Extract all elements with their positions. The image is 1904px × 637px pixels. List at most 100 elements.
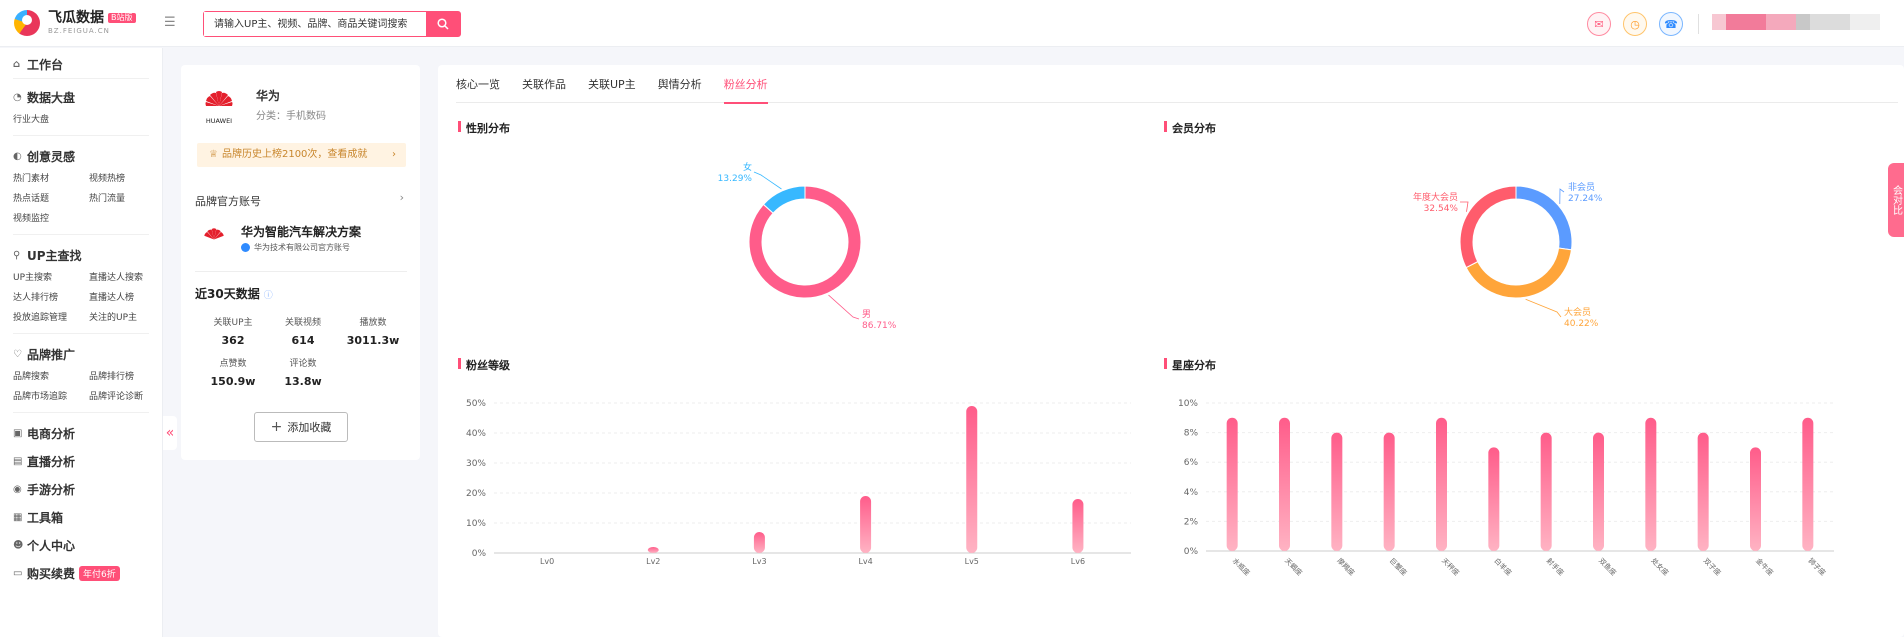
card-icon: ▭ — [13, 567, 23, 579]
add-favorite-button[interactable]: + 添加收藏 — [254, 412, 348, 442]
x-tick-label: 狮子座 — [1806, 556, 1827, 577]
sidebar-sub-item[interactable]: 视频监控 — [13, 210, 89, 228]
stat-comment-count: 评论数 13.8w — [284, 359, 322, 388]
gamepad-icon: ◉ — [13, 483, 22, 495]
stats-title: 近30天数据 ⓘ — [195, 287, 273, 301]
bar — [1750, 447, 1761, 551]
x-tick-label: 天秤座 — [1440, 556, 1461, 577]
sidebar: ⌂ 工作台 ◔ 数据大盘 行业大盘 ◐ 创意灵感 热门素材 视频热榜 热点话题 热门流… — [0, 48, 163, 637]
main-panel: 核心一览 关联作品 关联UP主 舆情分析 粉丝分析 性别分布 会员分布 粉丝等级… — [438, 65, 1904, 637]
bar — [1488, 447, 1500, 551]
top-bar: 飞瓜数据 B站版 BZ.FEIGUA.CN ☰ ✉ ◷ ☎ — [0, 0, 1904, 47]
sidebar-item-personal[interactable]: ☻ 个人中心 — [13, 531, 149, 559]
zodiac-bar-chart: 0% 2% 4% 6% 8% 10% 水瓶座 天蝎座 摩羯座 巨蟹座 天秤座 白羊座 射手座 双鱼座 处女座… — [1178, 399, 1834, 577]
achievement-banner[interactable]: ♕ 品牌历史上榜2100次，查看成就 › — [197, 143, 406, 167]
x-tick-label: 天蝎座 — [1283, 556, 1304, 577]
account-name[interactable]: 华为智能汽车解决方案 — [241, 223, 361, 240]
bar — [1279, 417, 1290, 551]
y-tick-label: 10% — [1178, 399, 1198, 409]
info-icon[interactable]: ⓘ — [264, 291, 273, 301]
sidebar-item-inspiration[interactable]: ◐ 创意灵感 — [13, 142, 149, 170]
y-tick-label: 2% — [1184, 517, 1199, 527]
crown-icon: ♕ — [209, 149, 218, 160]
clock-icon[interactable]: ◷ — [1623, 12, 1647, 36]
bar — [1226, 417, 1238, 551]
sidebar-item-workbench[interactable]: ⌂ 工作台 — [13, 50, 149, 78]
bulb-icon: ◐ — [13, 150, 22, 162]
brand-name: 华为 — [256, 89, 281, 103]
sidebar-sub-item[interactable]: 行业大盘 — [13, 111, 89, 129]
toolbox-icon: ▦ — [13, 511, 23, 523]
tv-icon: ▤ — [13, 455, 23, 467]
x-tick-label: 巨蟹座 — [1388, 556, 1409, 577]
logo-badge: B站版 — [108, 13, 136, 23]
sidebar-sub-item[interactable]: 品牌评论诊断 — [89, 388, 165, 406]
compare-float-button[interactable]: 会对比 — [1888, 163, 1904, 237]
x-tick-label: 射手座 — [1545, 556, 1566, 577]
sidebar-item-dashboard[interactable]: ◔ 数据大盘 — [13, 83, 149, 111]
account-avatar[interactable] — [199, 223, 229, 253]
stat-up-count: 关联UP主 362 — [213, 318, 253, 347]
sidebar-sub-item[interactable]: 直播达人榜 — [89, 289, 165, 307]
bar — [1383, 432, 1395, 551]
pie-icon: ◔ — [13, 91, 22, 103]
chevron-right-icon[interactable]: › — [400, 191, 404, 204]
sidebar-sub-item[interactable]: 视频热榜 — [89, 170, 165, 188]
stat-like-count: 点赞数 150.9w — [210, 359, 256, 388]
user-avatar[interactable] — [1712, 14, 1880, 30]
account-verification: 华为技术有限公司官方账号 — [241, 242, 350, 253]
divider — [195, 271, 407, 272]
stat-play-count: 播放数 3011.3w — [346, 318, 400, 347]
menu-icon[interactable]: ☰ — [164, 15, 176, 30]
svg-text:HUAWEI: HUAWEI — [206, 117, 232, 125]
sidebar-item-up-search[interactable]: ⚲ UP主查找 — [13, 241, 149, 269]
sidebar-sub-item[interactable]: 直播达人搜索 — [89, 269, 165, 287]
x-tick-label: 双子座 — [1702, 556, 1723, 577]
huawei-logo: HUAWEI — [205, 91, 233, 125]
x-tick-label: 双鱼座 — [1597, 556, 1618, 577]
logo[interactable]: 飞瓜数据 B站版 BZ.FEIGUA.CN — [14, 10, 136, 36]
customer-service-icon[interactable]: ☎ — [1659, 12, 1683, 36]
sidebar-sub-item[interactable]: 达人排行榜 — [13, 289, 89, 307]
brand-category: 分类：手机数码 — [256, 111, 326, 122]
x-tick-label: 水瓶座 — [1231, 556, 1252, 577]
search-bar — [203, 11, 461, 37]
sidebar-item-live[interactable]: ▤ 直播分析 — [13, 447, 149, 475]
sidebar-sub-item[interactable]: 热门流量 — [89, 190, 165, 208]
home-icon: ⌂ — [13, 58, 21, 70]
user-icon: ☻ — [13, 539, 24, 551]
sidebar-sub-item[interactable]: 品牌排行榜 — [89, 368, 165, 386]
search-button[interactable] — [426, 12, 460, 36]
sidebar-sub-item[interactable]: 热点话题 — [13, 190, 89, 208]
search-input[interactable] — [204, 12, 426, 36]
bar — [1645, 417, 1657, 551]
divider — [1698, 14, 1699, 34]
bar — [1436, 417, 1447, 551]
mail-icon[interactable]: ✉ — [1587, 12, 1611, 36]
bar — [1802, 417, 1814, 551]
collapse-sidebar-button[interactable]: « — [163, 416, 177, 450]
heart-icon: ♡ — [13, 348, 22, 360]
sidebar-sub-item[interactable]: 投放追踪管理 — [13, 309, 89, 327]
sidebar-item-ecommerce[interactable]: ▣ 电商分析 — [13, 419, 149, 447]
y-tick-label: 6% — [1184, 458, 1199, 468]
bar — [1540, 432, 1552, 551]
sidebar-sub-item[interactable]: UP主搜索 — [13, 269, 89, 287]
cart-icon: ▣ — [13, 427, 23, 439]
sidebar-item-brand-promotion[interactable]: ♡ 品牌推广 — [13, 340, 149, 368]
search-icon: ⚲ — [13, 249, 21, 261]
sidebar-sub-item[interactable]: 热门素材 — [13, 170, 89, 188]
brand-panel: HUAWEI 华为 分类：手机数码 ♕ 品牌历史上榜2100次，查看成就 › 品牌… — [181, 65, 420, 460]
sidebar-item-mobile-game[interactable]: ◉ 手游分析 — [13, 475, 149, 503]
sidebar-sub-item[interactable]: 关注的UP主 — [89, 309, 165, 327]
logo-title: 飞瓜数据 — [48, 10, 104, 26]
verified-icon — [241, 243, 250, 252]
sidebar-sub-item[interactable]: 品牌市场追踪 — [13, 388, 89, 406]
bar — [1331, 432, 1343, 551]
x-tick-label: 摩羯座 — [1335, 556, 1356, 577]
official-account-header: 品牌官方账号 — [195, 195, 261, 208]
sidebar-item-purchase[interactable]: ▭ 购买续费 年付6折 — [13, 559, 149, 587]
sidebar-item-toolbox[interactable]: ▦ 工具箱 — [13, 503, 149, 531]
sidebar-sub-item[interactable]: 品牌搜索 — [13, 368, 89, 386]
bar — [1697, 432, 1709, 551]
